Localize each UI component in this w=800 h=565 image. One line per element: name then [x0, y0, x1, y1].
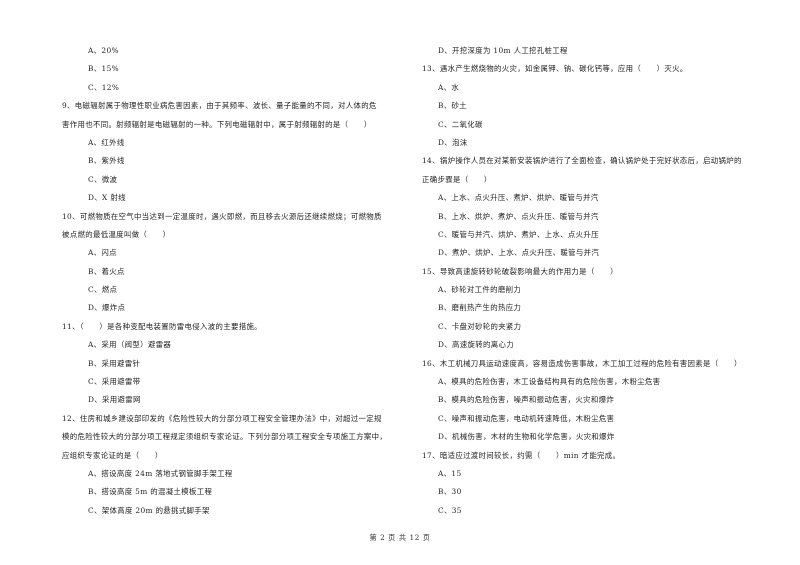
- answer-option: A、采用（阀型）避雷器: [88, 340, 172, 350]
- answer-option: B、紫外线: [88, 156, 125, 166]
- answer-option: A、搭设高度 24m 落地式钢管脚手架工程: [88, 468, 233, 478]
- answer-option: B、搭设高度 5m 的混凝土模板工程: [88, 487, 213, 497]
- answer-option: A、20%: [88, 46, 119, 55]
- question-text: 应组织专家论证的是（ ）: [62, 450, 163, 460]
- question-text: 12、住房和城乡建设部印发的《危险性较大的分部分项工程安全管理办法》中，对超过一…: [62, 413, 382, 423]
- question-text: 16、木工机械刀具运动速度高，容易造成伤害事故，木工加工过程的危险有害因素是（ …: [422, 358, 742, 368]
- answer-option: D、泡沫: [438, 137, 468, 147]
- question-text: 15、导致高速旋转砂轮破裂影响最大的作用力是（ ）: [422, 266, 618, 276]
- answer-option: A、砂轮对工件的磨削力: [438, 285, 522, 295]
- answer-option: B、砂土: [438, 101, 468, 111]
- answer-option: C、架体高度 20m 的悬挑式脚手架: [88, 505, 210, 515]
- answer-option: A、上水、点火升压、煮炉、烘炉、暖管与并汽: [438, 193, 599, 203]
- answer-option: B、30: [438, 487, 462, 497]
- answer-option: A、红外线: [88, 137, 125, 147]
- answer-option: B、模具的危险伤害，噪声和振动危害，火灾和爆炸: [438, 395, 615, 405]
- question-text: 被点燃的最低温度叫做（ ）: [62, 229, 171, 239]
- question-text: 9、电磁辐射属于物理性职业病危害因素，由于其频率、波长、量子能量的不同，对人体的…: [62, 101, 377, 111]
- page-footer: 第 2 页 共 12 页: [369, 533, 431, 542]
- answer-option: C、燃点: [88, 285, 118, 295]
- answer-option: B、采用避雷针: [88, 358, 141, 368]
- right-column: D、开挖深度为 10m 人工挖孔桩工程 13、遇水产生燃烧物的火灾，如金属钾、钠、…: [422, 42, 767, 520]
- answer-option: A、水: [438, 82, 460, 92]
- answer-option: C、采用避雷带: [88, 377, 141, 387]
- answer-option: C、35: [438, 505, 462, 515]
- answer-option: C、噪声和振动危害，电动机转速降低，木粉尘危害: [438, 413, 615, 423]
- answer-option: B、15%: [88, 64, 119, 74]
- answer-option: C、12%: [88, 82, 120, 92]
- question-text: 正确步骤是（ ）: [422, 174, 492, 184]
- question-text: 11、（ ）是各种变配电装置防雷电侵入波的主要措施。: [62, 321, 262, 331]
- answer-option: D、采用避雷网: [88, 395, 141, 405]
- answer-option: D、X 射线: [88, 193, 126, 203]
- answer-option: D、高速旋转的离心力: [438, 340, 514, 350]
- question-text: 17、暗适应过渡时间较长，约需（ ）min 才能完成。: [422, 450, 621, 460]
- question-text: 14、锅炉操作人员在对某新安装锅炉进行了全面检查，确认锅炉处于完好状态后，启动锅…: [422, 156, 742, 166]
- answer-option: B、磨削热产生的热应力: [438, 303, 522, 313]
- answer-option: C、微波: [88, 174, 118, 184]
- question-text: 害作用也不同。射频辐射是电磁辐射的一种。下列电磁辐射中，属于射频辐射的是（ ）: [62, 119, 372, 129]
- answer-option: A、闪点: [88, 248, 117, 258]
- answer-option: D、煮炉、烘炉、上水、点火升压、暖管与并汽: [438, 248, 600, 258]
- exam-page: A、20% B、15% C、12% 9、电磁辐射属于物理性职业病危害因素，由于其频率、…: [0, 0, 800, 565]
- answer-option: C、二氧化碳: [438, 119, 483, 129]
- answer-option: A、15: [438, 468, 462, 478]
- answer-option: D、机械伤害，木材的生物和化学危害，火灾和爆炸: [438, 432, 615, 442]
- question-text: 模的危险性较大的分部分项工程规定须组织专家论证。下列分部分项工程安全专项施工方案…: [62, 432, 388, 442]
- answer-option: D、开挖深度为 10m 人工挖孔桩工程: [438, 46, 568, 55]
- answer-option: A、模具的危险伤害，木工设备结构具有的危险伤害，木粉尘危害: [438, 377, 661, 387]
- answer-option: C、暖管与并汽、烘炉、煮炉、上水、点火升压: [438, 229, 599, 239]
- answer-option: C、卡盘对砂轮的夹紧力: [438, 321, 522, 331]
- answer-option: B、上水、烘炉、煮炉、点火升压、暖管与并汽: [438, 211, 599, 221]
- question-text: 10、可燃物质在空气中当达到一定温度时，遇火即燃，而且移去火源后还继续燃烧；可燃…: [62, 211, 382, 221]
- left-column: A、20% B、15% C、12% 9、电磁辐射属于物理性职业病危害因素，由于其频率、…: [62, 42, 407, 520]
- question-text: 13、遇水产生燃烧物的火灾，如金属钾、钠、碳化钙等，应用（ ）灭火。: [422, 64, 688, 74]
- answer-option: B、着火点: [88, 266, 125, 276]
- answer-option: D、爆炸点: [88, 303, 126, 313]
